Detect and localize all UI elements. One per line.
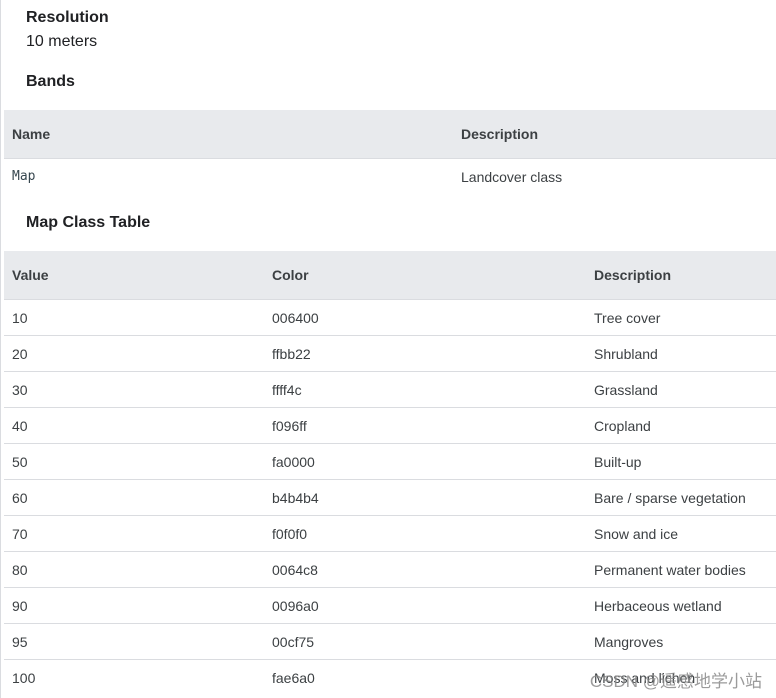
class-table-row: 70 f0f0f0 Snow and ice [4,515,776,552]
class-color-cell: b4b4b4 [264,479,586,516]
class-value-cell: 30 [4,371,264,408]
class-table-row: 80 0064c8 Permanent water bodies [4,551,776,588]
class-table-row: 90 0096a0 Herbaceous wetland [4,587,776,624]
class-table-row: 20 ffbb22 Shrubland [4,335,776,372]
class-description-cell: Bare / sparse vegetation [586,479,776,516]
class-color-cell: 0096a0 [264,587,586,624]
class-value-cell: 100 [4,659,264,695]
bands-table: Name Description Map Landcover class [4,110,776,194]
class-column-color-header: Color [272,267,309,283]
class-column-value-header: Value [12,267,49,283]
class-description-cell: Built-up [586,443,776,480]
class-color-cell: fa0000 [264,443,586,480]
class-table-header-row: Value Color Description [4,251,776,300]
class-description-cell: Mangroves [586,623,776,660]
class-value-cell: 40 [4,407,264,444]
class-color-cell: 00cf75 [264,623,586,660]
class-table-row: 95 00cf75 Mangroves [4,623,776,660]
class-table-row: 50 fa0000 Built-up [4,443,776,480]
class-description-cell: Shrubland [586,335,776,372]
class-value-cell: 60 [4,479,264,516]
class-description-cell: Snow and ice [586,515,776,552]
class-value-cell: 80 [4,551,264,588]
class-color-cell: 006400 [264,299,586,336]
class-description-cell: Grassland [586,371,776,408]
class-color-cell: fae6a0 [264,659,586,695]
class-value-cell: 95 [4,623,264,660]
dataset-details-page: Resolution 10 meters Bands Name Descript… [0,0,776,698]
class-color-cell: f096ff [264,407,586,444]
class-value-cell: 50 [4,443,264,480]
resolution-value: 10 meters [26,33,98,50]
map-class-table: Value Color Description 10 006400 Tree cov… [4,251,776,695]
bands-column-description-header: Description [461,126,539,142]
class-table-row: 40 f096ff Cropland [4,407,776,444]
class-column-description-header: Description [594,267,672,283]
csdn-watermark: CSDN @遥感地学小站 [589,672,762,691]
class-color-cell: 0064c8 [264,551,586,588]
class-value-cell: 10 [4,299,264,336]
class-table-row: 30 ffff4c Grassland [4,371,776,408]
class-color-cell: f0f0f0 [264,515,586,552]
bands-column-name-header: Name [12,126,51,142]
bands-heading: Bands [26,73,75,90]
resolution-heading: Resolution [26,9,109,26]
bands-table-row: Map Landcover class [4,158,776,194]
class-description-cell: Cropland [586,407,776,444]
band-description-cell: Landcover class [453,158,776,194]
bands-table-header-row: Name Description [4,110,776,159]
class-value-cell: 20 [4,335,264,372]
band-name-cell: Map [4,158,453,194]
class-description-cell: Tree cover [586,299,776,336]
class-value-cell: 90 [4,587,264,624]
map-class-table-heading: Map Class Table [26,214,151,231]
class-table-row: 60 b4b4b4 Bare / sparse vegetation [4,479,776,516]
class-color-cell: ffbb22 [264,335,586,372]
class-value-cell: 70 [4,515,264,552]
class-description-cell: Permanent water bodies [586,551,776,588]
class-color-cell: ffff4c [264,371,586,408]
class-description-cell: Herbaceous wetland [586,587,776,624]
class-table-row: 10 006400 Tree cover [4,299,776,336]
